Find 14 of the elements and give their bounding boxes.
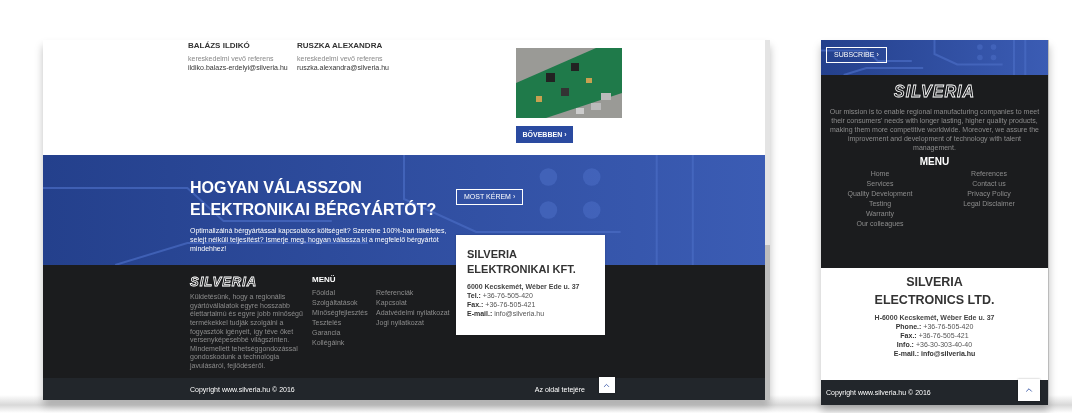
logo: SILVERIA — [190, 275, 259, 290]
company-name: SILVERIA — [906, 274, 963, 291]
menu-title: MENÜ — [312, 275, 337, 284]
contact-name: BALÁZS ILDIKÓ — [188, 41, 251, 50]
contact-name: RUSZKA ALEXANDRA — [297, 41, 384, 50]
company-name: SILVERIA — [467, 247, 518, 262]
banner-title: ELEKTRONIKAI BÉRGYÁRTÓT? — [190, 199, 438, 220]
scroll-top-button[interactable] — [598, 377, 615, 393]
scrollbar[interactable] — [765, 40, 770, 400]
banner-title: HOGYAN VÁLASSZON — [190, 177, 363, 198]
company-name: ELECTRONICS LTD. — [874, 291, 995, 309]
company-name: ELEKTRONIKAI KFT. — [467, 262, 577, 278]
menu-title: MENU — [919, 155, 950, 167]
logo: SILVERIA — [894, 83, 975, 101]
